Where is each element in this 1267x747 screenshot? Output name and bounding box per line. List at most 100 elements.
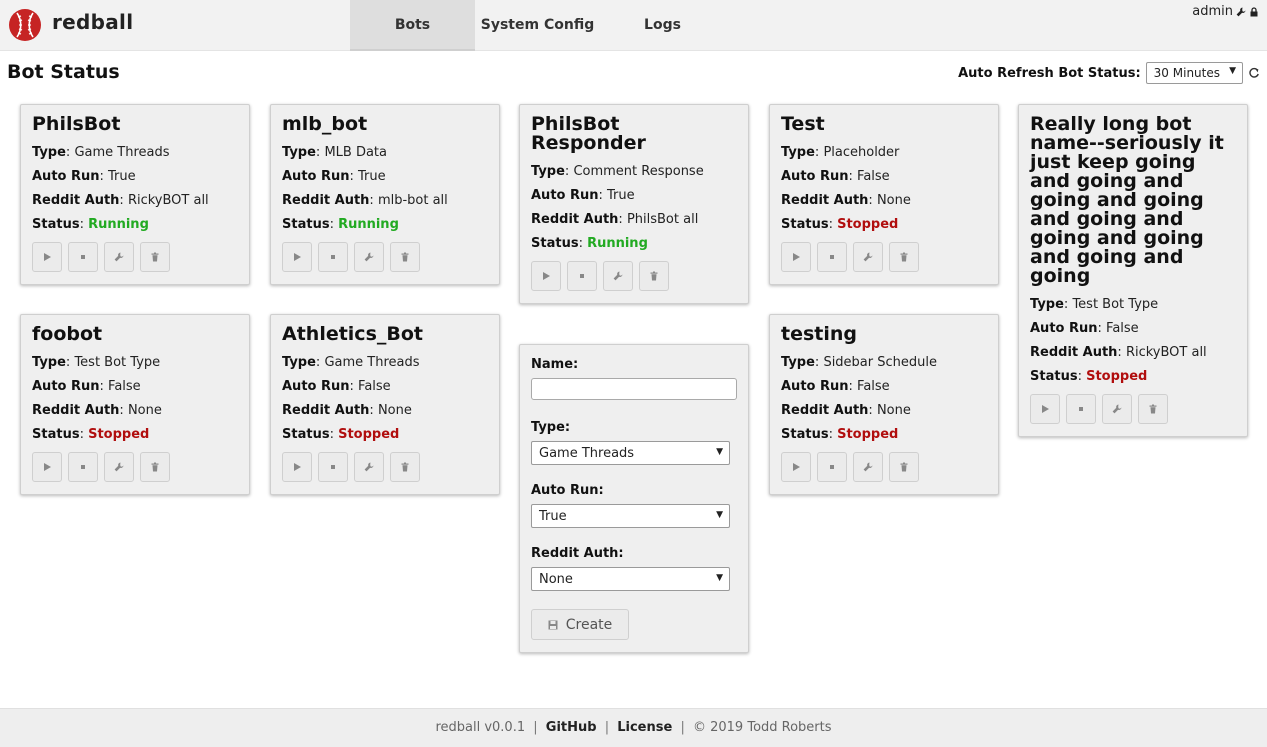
bot-autorun: False <box>1106 321 1139 336</box>
autorun-key: Auto Run <box>32 379 100 394</box>
bot-auth-row: Reddit Auth: mlb-bot all <box>282 193 448 208</box>
wrench-icon <box>1112 404 1122 414</box>
edit-button[interactable] <box>104 452 134 482</box>
stop-button[interactable] <box>318 452 348 482</box>
stop-button[interactable] <box>817 452 847 482</box>
lock-icon[interactable] <box>1249 6 1259 17</box>
bot-name: PhilsBot <box>32 113 121 135</box>
tab-system-config[interactable]: System Config <box>475 0 600 51</box>
brand[interactable]: redball <box>8 8 133 42</box>
trash-icon <box>650 271 658 281</box>
bot-auth: RickyBOT all <box>127 193 209 208</box>
edit-button[interactable] <box>354 452 384 482</box>
stop-button[interactable] <box>1066 394 1096 424</box>
delete-button[interactable] <box>639 261 669 291</box>
start-button[interactable] <box>32 452 62 482</box>
edit-button[interactable] <box>104 242 134 272</box>
bot-actions <box>32 242 238 272</box>
bot-autorun-row: Auto Run: False <box>781 169 890 184</box>
bot-auth: None <box>876 193 911 208</box>
start-button[interactable] <box>282 452 312 482</box>
edit-button[interactable] <box>603 261 633 291</box>
bot-autorun-row: Auto Run: False <box>282 379 391 394</box>
trash-icon <box>900 252 908 262</box>
play-icon <box>1042 405 1049 413</box>
bot-actions <box>282 242 488 272</box>
stop-button[interactable] <box>567 261 597 291</box>
wrench-icon <box>863 252 873 262</box>
start-button[interactable] <box>781 452 811 482</box>
type-key: Type <box>282 145 316 160</box>
reddit-auth-select[interactable]: None ▼ <box>531 567 730 591</box>
type-select[interactable]: Game Threads ▼ <box>531 441 730 465</box>
edit-button[interactable] <box>354 242 384 272</box>
start-button[interactable] <box>32 242 62 272</box>
bot-status-row: Status: Stopped <box>781 427 899 442</box>
user-menu[interactable]: admin <box>1192 4 1259 19</box>
trash-icon <box>1149 404 1157 414</box>
delete-button[interactable] <box>889 452 919 482</box>
bot-type-row: Type: MLB Data <box>282 145 387 160</box>
stop-button[interactable] <box>68 452 98 482</box>
delete-button[interactable] <box>390 242 420 272</box>
name-label: Name: <box>531 357 579 372</box>
bot-type-row: Type: Comment Response <box>531 164 704 179</box>
type-key: Type <box>32 355 66 370</box>
bot-status-row: Status: Running <box>32 217 149 232</box>
name-input[interactable] <box>531 378 737 400</box>
autorun-key: Auto Run <box>282 379 350 394</box>
auth-key: Reddit Auth <box>32 403 120 418</box>
bot-autorun: False <box>358 379 391 394</box>
start-button[interactable] <box>1030 394 1060 424</box>
bot-autorun: True <box>607 188 635 203</box>
stop-button[interactable] <box>318 242 348 272</box>
status-key: Status <box>1030 369 1078 384</box>
start-button[interactable] <box>531 261 561 291</box>
license-link[interactable]: License <box>617 720 672 735</box>
tab-bots[interactable]: Bots <box>350 0 475 51</box>
play-icon <box>793 253 800 261</box>
edit-button[interactable] <box>853 242 883 272</box>
create-button[interactable]: Create <box>531 609 629 640</box>
bot-type-row: Type: Sidebar Schedule <box>781 355 937 370</box>
bot-status-row: Status: Stopped <box>781 217 899 232</box>
bot-card: PhilsBot Responder Type: Comment Respons… <box>519 104 749 304</box>
bot-type: Game Threads <box>324 355 420 370</box>
delete-button[interactable] <box>390 452 420 482</box>
auto-run-label: Auto Run: <box>531 483 604 498</box>
baseball-logo-icon <box>9 9 41 41</box>
stop-icon <box>81 465 85 469</box>
status-badge: Stopped <box>88 427 150 442</box>
bot-actions <box>282 452 488 482</box>
start-button[interactable] <box>781 242 811 272</box>
stop-icon <box>81 255 85 259</box>
delete-button[interactable] <box>1138 394 1168 424</box>
create-bot-form: Name: Type: Game Threads ▼ Auto Run: Tru… <box>519 344 749 653</box>
edit-button[interactable] <box>853 452 883 482</box>
stop-button[interactable] <box>68 242 98 272</box>
bot-autorun: False <box>857 379 890 394</box>
wrench-icon[interactable] <box>1236 7 1246 17</box>
github-link[interactable]: GitHub <box>546 720 597 735</box>
wrench-icon <box>613 271 623 281</box>
bot-actions <box>781 242 987 272</box>
delete-button[interactable] <box>889 242 919 272</box>
tab-logs[interactable]: Logs <box>600 0 725 51</box>
bot-status-row: Status: Running <box>282 217 399 232</box>
status-badge: Stopped <box>338 427 400 442</box>
save-icon <box>548 620 558 629</box>
bot-auth: PhilsBot all <box>626 212 699 227</box>
auto-refresh-select[interactable]: 30 Minutes ▼ <box>1145 62 1243 84</box>
trash-icon <box>401 252 409 262</box>
start-button[interactable] <box>282 242 312 272</box>
auth-key: Reddit Auth <box>1030 345 1118 360</box>
edit-button[interactable] <box>1102 394 1132 424</box>
bot-auth: mlb-bot all <box>377 193 448 208</box>
delete-button[interactable] <box>140 242 170 272</box>
refresh-icon[interactable] <box>1248 67 1260 79</box>
bot-status-row: Status: Stopped <box>282 427 400 442</box>
bot-auth-row: Reddit Auth: None <box>282 403 412 418</box>
stop-button[interactable] <box>817 242 847 272</box>
auto-run-select[interactable]: True ▼ <box>531 504 730 528</box>
delete-button[interactable] <box>140 452 170 482</box>
